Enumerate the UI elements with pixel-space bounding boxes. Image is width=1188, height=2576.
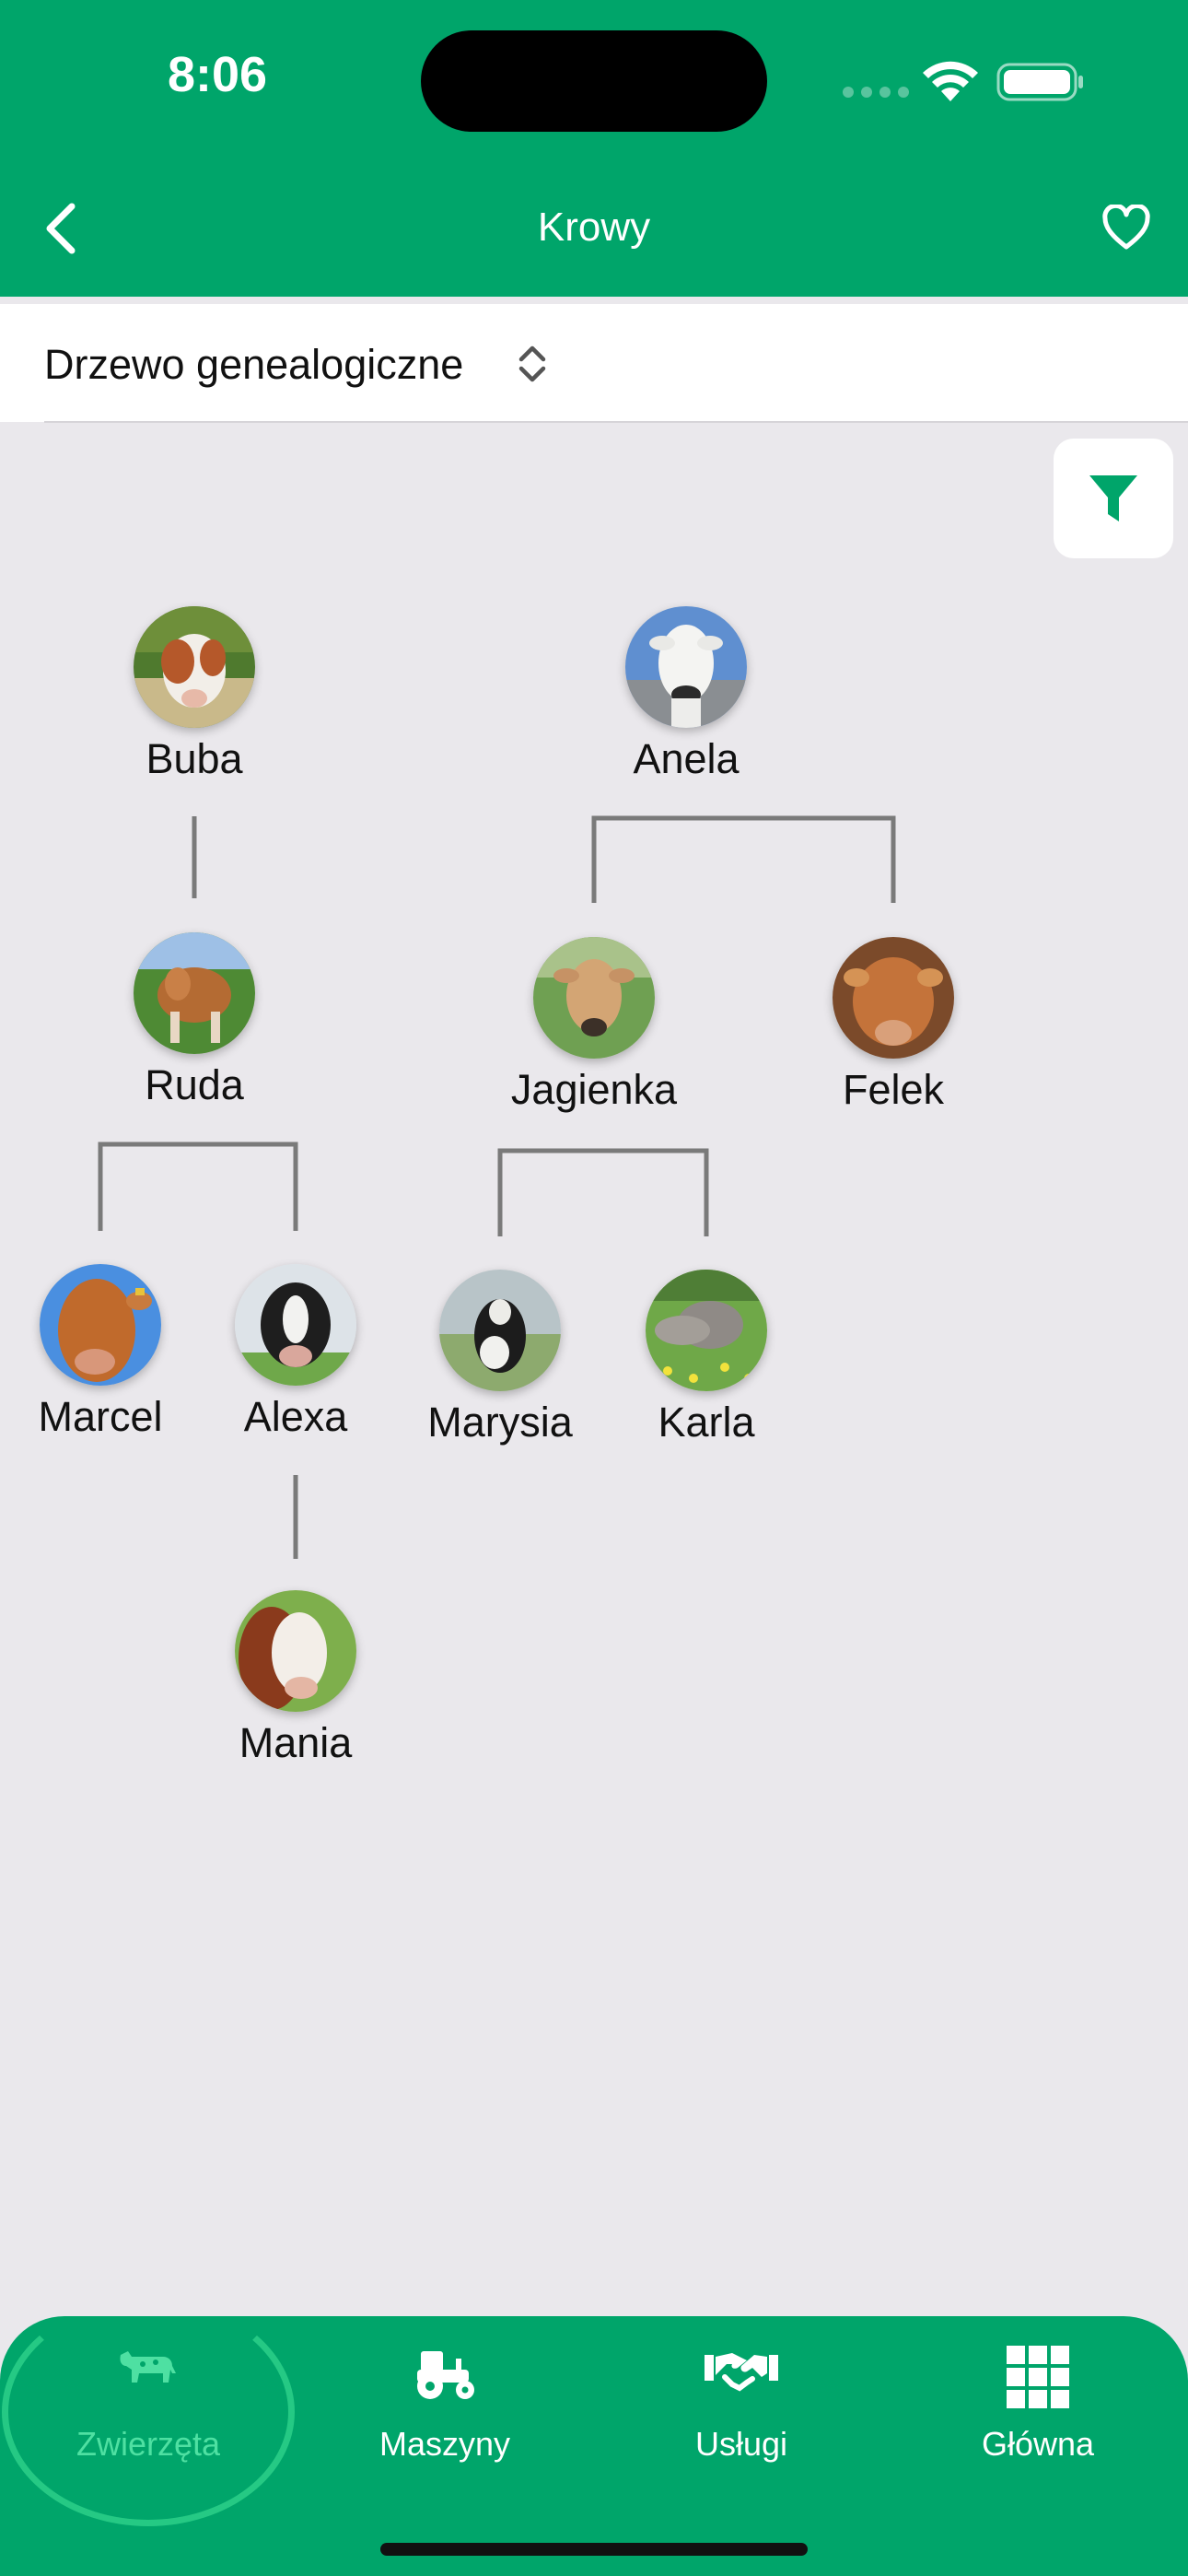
cow-photo-marysia: [439, 1270, 561, 1391]
node-name: Karla: [658, 1399, 755, 1446]
tree-node-felek[interactable]: Felek: [774, 937, 1013, 1114]
tab-label: Główna: [981, 2425, 1095, 2463]
tab-glowna[interactable]: Główna: [890, 2316, 1186, 2500]
tab-maszyny[interactable]: Maszyny: [297, 2316, 593, 2500]
node-name: Jagienka: [510, 1066, 678, 1113]
connector-jagienka-children: [497, 1148, 709, 1236]
tree-node-buba[interactable]: Buba: [75, 606, 314, 783]
cow-photo-alexa: [235, 1264, 356, 1386]
tree-node-karla[interactable]: Karla: [587, 1270, 826, 1446]
cow-photo-buba: [134, 606, 255, 728]
tree-node-mania[interactable]: Mania: [176, 1590, 415, 1767]
tab-uslugi[interactable]: Usługi: [593, 2316, 890, 2500]
node-name: Ruda: [145, 1061, 244, 1108]
tree-node-anela[interactable]: Anela: [566, 606, 806, 783]
node-name: Mania: [239, 1719, 353, 1766]
cow-photo-anela: [625, 606, 747, 728]
node-name: Marysia: [427, 1399, 573, 1446]
bull-photo-felek: [833, 937, 954, 1059]
tree-node-jagienka[interactable]: Jagienka: [474, 937, 714, 1114]
cow-photo-karla: [646, 1270, 767, 1391]
node-name: Anela: [633, 735, 740, 782]
cow-photo-ruda: [134, 932, 255, 1054]
node-name: Alexa: [243, 1393, 348, 1440]
tab-label: Usługi: [694, 2425, 788, 2463]
bull-photo-marcel: [40, 1264, 161, 1386]
grid-icon: [1007, 2346, 1069, 2408]
node-name: Felek: [842, 1066, 945, 1113]
connector-ruda-children: [98, 1142, 298, 1231]
connector-anela-children: [591, 815, 896, 903]
tractor-icon: [417, 2351, 474, 2399]
tree-node-ruda[interactable]: Ruda: [75, 932, 314, 1109]
cow-photo-mania: [235, 1590, 356, 1712]
home-indicator[interactable]: [380, 2543, 808, 2556]
active-tab-indicator: [2, 2298, 295, 2526]
tree-node-alexa[interactable]: Alexa: [176, 1264, 415, 1441]
tree-node-marysia[interactable]: Marysia: [380, 1270, 620, 1446]
handshake-icon: [705, 2353, 778, 2392]
cow-photo-jagienka: [533, 937, 655, 1059]
tab-label: Maszyny: [379, 2425, 511, 2463]
node-name: Buba: [146, 735, 243, 782]
